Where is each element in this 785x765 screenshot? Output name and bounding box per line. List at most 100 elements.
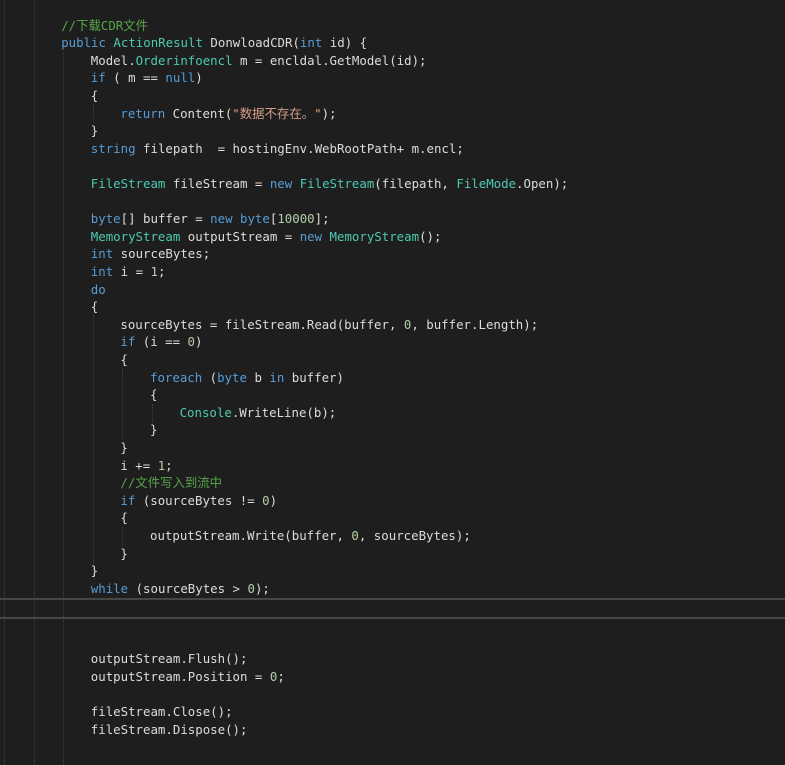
code-line[interactable]: i += 1; [120,457,172,475]
code-line[interactable]: foreach (byte b in buffer) [150,369,344,387]
code-line[interactable]: if (i == 0) [120,333,202,351]
code-token: FileMode [456,175,517,191]
code-line[interactable]: int sourceBytes; [91,245,210,263]
code-line[interactable]: { [150,386,157,404]
code-line[interactable]: } [91,562,98,580]
code-token: outputStream.Flush(); [90,651,248,667]
code-token: while [90,580,129,596]
code-token: 0 [247,580,255,596]
code-token: return [120,105,166,121]
code-line[interactable]: if ( m == null) [91,69,203,87]
code-token: fileStream.Dispose(); [90,721,248,737]
code-token: 1 [150,263,158,279]
code-token: .WriteLine(b); [231,404,337,420]
code-token: i += [120,457,158,473]
code-token: byte [240,211,270,227]
code-line[interactable]: { [91,87,98,105]
code-line[interactable]: int i = 1; [91,263,166,281]
code-token: , buffer.Length); [411,316,539,332]
code-line[interactable]: string filepath = hostingEnv.WebRootPath… [91,140,464,158]
code-line[interactable]: fileStream.Close(); [91,703,233,721]
code-token: } [120,545,128,561]
code-line[interactable]: } [120,439,127,457]
code-token: sourceBytes = fileStream.Read(buffer, [120,316,404,332]
code-token: i = [113,263,151,279]
code-line[interactable]: Model.Orderinfoencl m = encldal.GetModel… [91,52,427,70]
code-token: null [165,70,196,86]
code-line[interactable]: outputStream.Position = 0; [91,668,285,686]
code-token: ; [165,457,173,473]
code-line[interactable]: //下载CDR文件 [61,17,148,35]
code-token: MemoryStream [90,228,181,244]
code-token: Orderinfoencl [135,52,233,68]
code-token: { [90,299,99,315]
code-token: ( [202,369,218,385]
code-line[interactable]: { [120,509,127,527]
code-line[interactable]: do [91,281,106,299]
code-line[interactable]: return Content("数据不存在。"); [120,105,336,123]
code-token: (filepath, [374,175,457,191]
code-token: ); [321,105,337,121]
code-token: sourceBytes; [113,246,211,262]
code-token: } [90,563,99,579]
code-token: new [299,228,330,244]
code-line[interactable]: } [91,122,98,140]
code-line[interactable]: //文件写入到流中 [120,474,222,492]
code-line[interactable]: { [120,351,127,369]
code-line[interactable]: outputStream.Write(buffer, 0, sourceByte… [150,527,471,545]
code-line[interactable]: Console.WriteLine(b); [180,404,337,422]
code-token: 0 [262,492,270,508]
code-token: id) { [322,35,368,51]
code-token: new [210,211,241,227]
code-token: if [90,70,106,86]
current-line-highlight [0,598,785,619]
code-token: foreach [150,369,203,385]
code-editor[interactable]: //下载CDR文件 public ActionResult DonwloadCDR… [0,0,785,765]
code-token: Content( [165,105,233,121]
code-line[interactable]: byte[] buffer = new byte[10000]; [91,210,330,228]
code-token: fileStream = [165,175,270,191]
code-token: ) [269,492,278,508]
code-token: (sourceBytes != [135,492,263,508]
code-token: b [246,369,270,385]
code-line[interactable]: { [91,298,98,316]
code-token: FileStream [299,175,375,191]
code-token: new [269,175,300,191]
code-token: //文件写入到流中 [120,475,223,491]
code-token: if [120,492,136,508]
code-line[interactable]: if (sourceBytes != 0) [120,492,277,510]
indent-guide [63,52,64,765]
code-token: { [150,387,158,403]
code-token: ; [157,263,166,279]
code-token: Console [179,404,232,420]
code-token: ( m == [105,70,166,86]
code-token: //下载CDR文件 [61,17,149,33]
code-token: ) [195,334,203,350]
code-line[interactable]: outputStream.Flush(); [91,650,248,668]
code-line[interactable]: fileStream.Dispose(); [91,721,248,739]
code-line[interactable]: } [120,545,127,563]
code-token: outputStream = [180,228,300,244]
indent-guide [122,527,123,545]
code-token: (); [419,228,442,244]
code-line[interactable]: MemoryStream outputStream = new MemorySt… [91,228,442,246]
code-token: filepath = hostingEnv.WebRootPath+ m.enc… [135,140,464,156]
code-line[interactable]: FileStream fileStream = new FileStream(f… [91,175,568,193]
code-token: [] buffer = [120,211,211,227]
code-token: ActionResult [113,35,203,51]
code-token: buffer) [284,369,344,385]
code-token: DonwloadCDR( [202,35,300,51]
code-line[interactable]: while (sourceBytes > 0); [91,580,270,598]
code-token: 0 [187,334,195,350]
code-token: FileStream [90,175,166,191]
code-token: } [120,439,128,455]
code-line[interactable]: public ActionResult DonwloadCDR(int id) … [61,34,367,52]
code-line[interactable]: } [150,421,157,439]
code-token: } [90,123,99,139]
code-line[interactable]: sourceBytes = fileStream.Read(buffer, 0,… [120,316,538,334]
code-token: ]; [314,211,330,227]
code-token: MemoryStream [329,228,420,244]
code-token: fileStream.Close(); [90,703,233,719]
code-token: } [150,422,158,438]
code-token: byte [90,211,121,227]
